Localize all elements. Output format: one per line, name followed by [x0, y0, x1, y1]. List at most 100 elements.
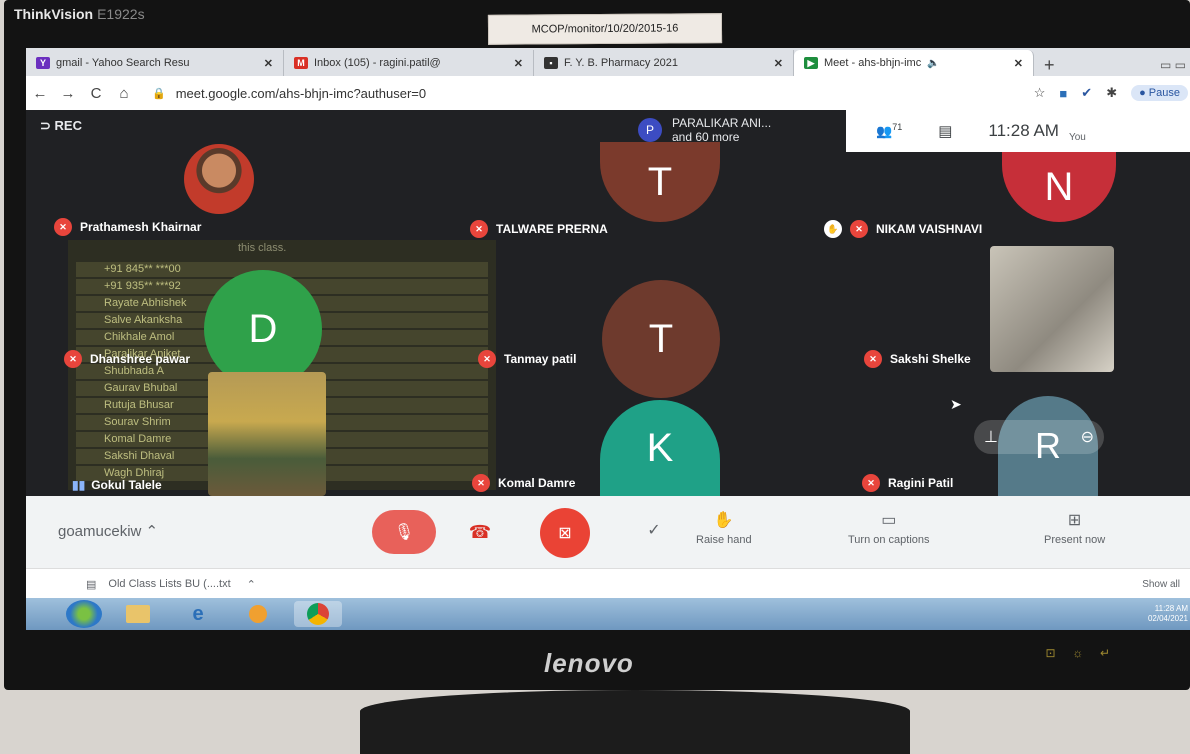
- monitor-buttons: ⊡ ☼ ↵: [1045, 646, 1110, 660]
- tab-meet[interactable]: ▶ Meet - ahs-bhjn-imc 🔈 ✕: [794, 50, 1034, 76]
- speaker-icon: 🔈: [927, 57, 940, 69]
- extension-icon[interactable]: ■: [1059, 86, 1067, 101]
- rec-label: REC: [54, 118, 82, 133]
- tray-time: 11:28 AM: [1154, 604, 1188, 613]
- audio-level-icon: ▮▮: [72, 478, 86, 492]
- participant-avatar: D: [204, 270, 322, 388]
- puzzle-icon[interactable]: ✱: [1106, 85, 1117, 101]
- gmail-icon: M: [294, 57, 308, 69]
- model-label: E1922s: [97, 6, 145, 22]
- downloads-bar: ▤ Old Class Lists BU (....txt ⌃ Show all: [26, 568, 1190, 599]
- window-controls[interactable]: ▭ ▭: [1160, 58, 1190, 76]
- people-button[interactable]: 👥71: [876, 122, 902, 139]
- meet-icon: ▶: [804, 57, 818, 69]
- chat-icon[interactable]: ▤: [938, 122, 952, 140]
- new-tab-button[interactable]: +: [1034, 55, 1065, 76]
- close-icon[interactable]: ✕: [766, 57, 783, 70]
- name-label: Prathamesh Khairnar: [80, 220, 202, 234]
- media-player-icon[interactable]: [234, 601, 282, 627]
- participant-avatar: K: [600, 400, 720, 496]
- show-all-link[interactable]: Show all: [1142, 579, 1190, 590]
- mic-toggle-button[interactable]: 🎙: [372, 510, 436, 554]
- pause-button[interactable]: ● Pause: [1131, 85, 1188, 101]
- mic-off-icon: ✕: [850, 220, 868, 238]
- camera-off-icon: ⊠: [558, 525, 572, 542]
- bookmark-star-icon[interactable]: ☆: [1034, 85, 1046, 101]
- avatar-initial: N: [1044, 164, 1074, 209]
- checkmark-icon: ✓: [647, 522, 661, 539]
- mic-off-icon: ✕: [472, 474, 490, 492]
- url-text: meet.google.com/ahs-bhjn-imc?authuser=0: [175, 85, 427, 101]
- forward-button[interactable]: →: [54, 85, 82, 102]
- remove-icon[interactable]: ⊖: [1081, 427, 1094, 447]
- tab-yahoo[interactable]: Y gmail - Yahoo Search Resu ✕: [26, 50, 284, 76]
- address-bar[interactable]: 🔒 meet.google.com/ahs-bhjn-imc?authuser=…: [152, 86, 426, 101]
- close-icon[interactable]: ✕: [256, 57, 273, 70]
- lock-icon: 🔒: [152, 87, 166, 100]
- camera-toggle-button[interactable]: ⊠: [540, 508, 590, 558]
- mic-off-icon: ✕: [478, 350, 496, 368]
- name-label: Gokul Talele: [91, 478, 162, 492]
- raise-hand-button[interactable]: ✋ Raise hand: [696, 510, 752, 546]
- meet-grid: ⊃ REC P PARALIKAR ANI... and 60 more 👥71…: [26, 110, 1190, 496]
- tile-hover-controls: ⊥ ⊖: [974, 420, 1104, 454]
- hang-up-icon: ☎: [468, 521, 492, 542]
- present-icon: ⊞: [1067, 512, 1082, 529]
- leave-call-button[interactable]: ☎: [460, 518, 500, 546]
- meeting-info-bar: 👥71 ▤ 11:28 AM You: [846, 110, 1190, 152]
- meeting-clock: 11:28 AM: [988, 121, 1059, 140]
- back-button[interactable]: ←: [26, 85, 54, 102]
- participant-avatar: T: [600, 142, 720, 222]
- name-label: Ragini Patil: [888, 476, 954, 490]
- present-label: Present now: [1044, 534, 1106, 546]
- participant-avatar: N: [1002, 152, 1116, 222]
- raise-hand-label: Raise hand: [696, 534, 752, 546]
- name-label: TALWARE PRERNA: [496, 222, 608, 236]
- close-icon[interactable]: ✕: [506, 57, 523, 70]
- meeting-details-button[interactable]: goamucekiw ⌃: [58, 522, 158, 540]
- brand-top: ThinkVision: [14, 6, 94, 22]
- mic-off-icon: ✕: [54, 218, 72, 236]
- captions-button[interactable]: ▭ Turn on captions: [848, 510, 930, 546]
- participant-name: ✕ Prathamesh Khairnar: [54, 218, 201, 236]
- pin-icon[interactable]: ⊥: [984, 427, 998, 447]
- recording-indicator: ⊃ REC: [40, 118, 82, 133]
- participant-name: ✕ Sakshi Shelke: [864, 350, 971, 368]
- participant-name: ✕ Komal Damre: [472, 474, 575, 492]
- participant-video: [990, 246, 1114, 372]
- reload-button[interactable]: C: [82, 85, 110, 102]
- presenter-chip[interactable]: P PARALIKAR ANI... and 60 more: [638, 116, 771, 144]
- internet-explorer-icon[interactable]: e: [174, 601, 222, 627]
- thinkvision-logo: ThinkVision E1922s: [14, 6, 145, 22]
- avatar-initial: T: [648, 316, 674, 361]
- start-button[interactable]: [66, 600, 102, 628]
- yahoo-icon: Y: [36, 57, 50, 69]
- self-label: You: [1068, 131, 1086, 143]
- download-item[interactable]: Old Class Lists BU (....txt: [108, 578, 230, 590]
- name-label: Dhanshree pawar: [90, 352, 191, 366]
- chevron-up-icon[interactable]: ⌃: [247, 578, 256, 591]
- monitor-bezel: ThinkVision E1922s MCOP/monitor/10/20/201…: [4, 0, 1190, 690]
- avatar-initial: D: [248, 306, 278, 351]
- home-button[interactable]: ⌂: [110, 85, 138, 102]
- screen: Y gmail - Yahoo Search Resu ✕ M Inbox (1…: [26, 48, 1190, 630]
- close-icon[interactable]: ✕: [1006, 57, 1023, 70]
- tab-classroom[interactable]: ▪ F. Y. B. Pharmacy 2021 ✕: [534, 50, 794, 76]
- present-now-button[interactable]: ⊞ Present now: [1044, 510, 1105, 546]
- name-label: Tanmay patil: [504, 352, 577, 366]
- mic-off-icon: ✕: [64, 350, 82, 368]
- mic-off-icon: ✕: [470, 220, 488, 238]
- participant-name: ✕ Dhanshree pawar: [64, 350, 190, 368]
- participant-name: ✕ Ragini Patil: [862, 474, 953, 492]
- explorer-icon[interactable]: [114, 601, 162, 627]
- tab-label: Inbox (105) - ragini.patil@: [314, 57, 441, 69]
- name-label: Sakshi Shelke: [890, 352, 971, 366]
- tab-label: F. Y. B. Pharmacy 2021: [564, 57, 678, 69]
- tab-bar: Y gmail - Yahoo Search Resu ✕ M Inbox (1…: [26, 48, 1190, 76]
- captions-label: Turn on captions: [848, 534, 930, 546]
- list-header: this class.: [238, 242, 287, 254]
- check-extension-icon[interactable]: ✔: [1081, 85, 1092, 101]
- people-count: 71: [892, 122, 903, 133]
- chrome-taskbar-icon[interactable]: [294, 601, 342, 627]
- tab-gmail[interactable]: M Inbox (105) - ragini.patil@ ✕: [284, 50, 534, 76]
